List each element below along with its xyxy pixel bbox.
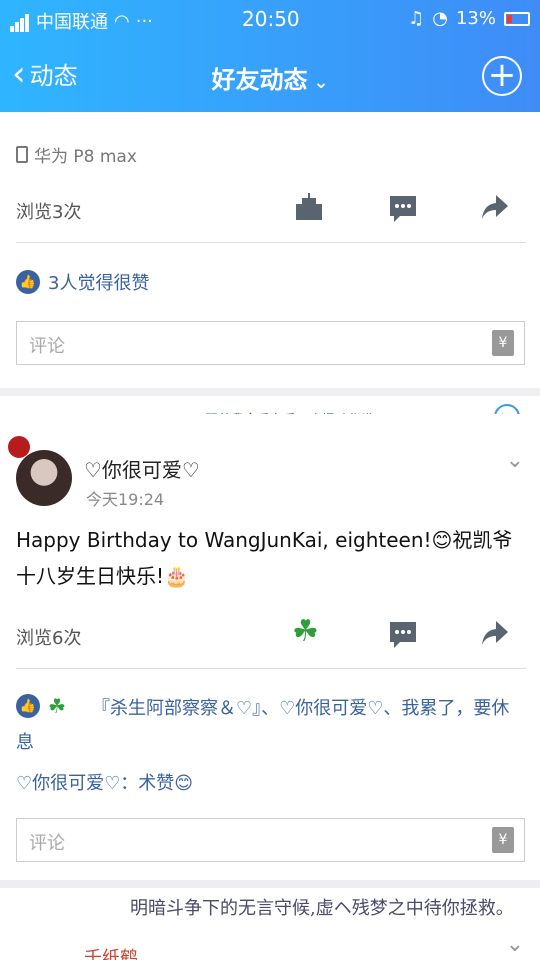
decor-strip-text: 明暗斗争下的无言守候,虚ヘ残梦之中待你拯救。 <box>130 898 514 919</box>
rose-decoration-icon <box>8 436 30 458</box>
device-label: 华为 P8 max <box>34 147 137 167</box>
comment-placeholder: 评论 <box>29 833 65 854</box>
wifi-icon: ◠ <box>114 10 130 32</box>
chevron-down-icon[interactable]: ⌄ <box>506 448 524 473</box>
divider <box>16 668 526 669</box>
signal-icon <box>10 11 30 32</box>
comment-icon[interactable] <box>388 620 418 650</box>
gift-money-icon[interactable]: ¥ <box>492 827 514 853</box>
alarm-icon: ◔ <box>432 8 448 29</box>
chevron-down-icon: ⌄ <box>313 72 329 93</box>
headphone-icon: ♫ <box>408 8 425 29</box>
share-icon[interactable] <box>480 618 510 648</box>
header: 中国联通 ◠ ··· 20:50 ♫ ◔ 13% ‹ 动态 好友动态 ⌄ + <box>0 0 540 112</box>
gift-icon[interactable] <box>294 192 324 222</box>
avatar[interactable] <box>16 450 72 506</box>
username[interactable]: 千纸鹤 <box>84 944 138 960</box>
post-card-1: 华为 P8 max 浏览3次 👍 3人觉得很赞 评论 ¥ <box>0 112 540 388</box>
gift-money-icon[interactable]: ¥ <box>492 330 514 356</box>
username[interactable]: ♡你很可爱♡ <box>84 454 200 483</box>
add-button[interactable]: + <box>482 56 522 96</box>
comment-icon[interactable] <box>388 194 418 224</box>
page-title[interactable]: 好友动态 ⌄ <box>0 60 540 95</box>
status-bar: 中国联通 ◠ ··· 20:50 ♫ ◔ 13% <box>0 0 540 38</box>
chevron-down-icon[interactable]: ⌄ <box>506 932 524 957</box>
phone-icon <box>16 146 28 163</box>
post-time: 今天19:24 <box>86 490 165 509</box>
clover-icon[interactable]: ☘ <box>292 614 326 649</box>
status-time: 20:50 <box>242 7 300 31</box>
liker-list[interactable]: 『杀生阿部察察＆♡』、♡你很可爱♡、我累了，要休息 <box>16 692 521 760</box>
more-icon: ··· <box>135 10 153 32</box>
divider <box>16 242 526 243</box>
comment-input[interactable]: 评论 ¥ <box>16 818 525 862</box>
view-count: 浏览6次 <box>16 628 82 649</box>
post-card-2: ♡你很可爱♡ 今天19:24 ⌄ Happy Birthday to WangJ… <box>0 414 540 880</box>
post-content: Happy Birthday to WangJunKai, eighteen!😊… <box>16 528 513 588</box>
share-icon[interactable] <box>480 192 510 222</box>
device-info: 华为 P8 max <box>16 142 137 167</box>
carrier-label: 中国联通 <box>36 12 108 33</box>
page-title-text: 好友动态 <box>211 66 308 94</box>
view-count: 浏览3次 <box>16 202 82 223</box>
nav-bar: ‹ 动态 好友动态 ⌄ + <box>0 40 540 110</box>
post-card-3: 明暗斗争下的无言守候,虚ヘ残梦之中待你拯救。 千纸鹤 ⌄ <box>0 888 540 960</box>
battery-icon <box>504 11 530 26</box>
like-count: 3人觉得很赞 <box>48 273 150 294</box>
comment-reply[interactable]: ♡你很可爱♡：术赞😊 <box>16 769 193 795</box>
comment-placeholder: 评论 <box>29 336 65 357</box>
battery-percent: 13% <box>455 8 496 29</box>
comment-input[interactable]: 评论 ¥ <box>16 321 525 365</box>
like-row[interactable]: 👍 3人觉得很赞 <box>16 269 149 295</box>
thumbs-up-icon: 👍 <box>16 270 40 294</box>
